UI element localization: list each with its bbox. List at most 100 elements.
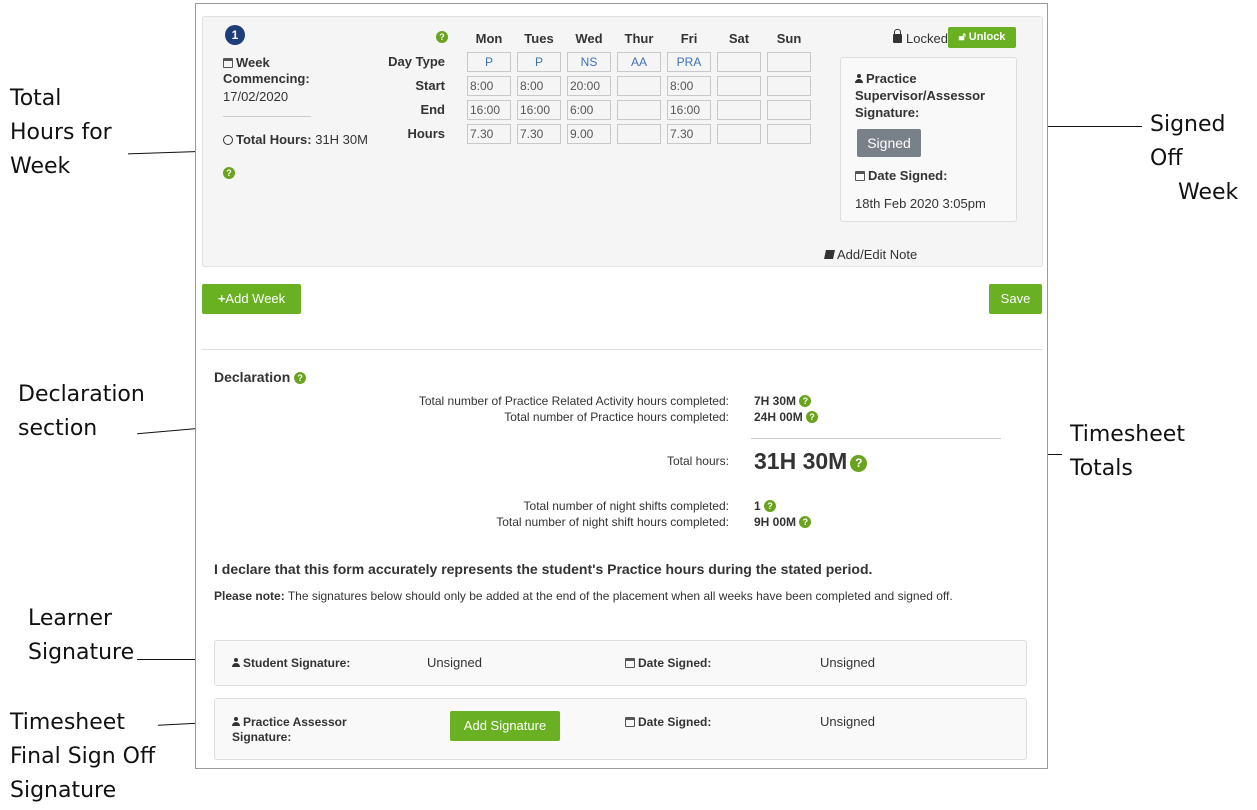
help-icon[interactable]: ? (223, 167, 235, 179)
divider (223, 116, 311, 117)
hours-cell[interactable] (617, 124, 661, 144)
assessor-date-label-text: Date Signed: (638, 715, 712, 729)
start-time-cell[interactable] (767, 76, 811, 96)
total-hours-label: Total hours: (666, 454, 729, 468)
divider (751, 438, 1001, 439)
night-hours-label: Total number of night shift hours comple… (496, 515, 729, 529)
start-time-cell[interactable]: 8:00 (517, 76, 561, 96)
week-total-hours: Total Hours: 31H 30M (223, 131, 373, 148)
annotation-line: Final Sign Off (10, 744, 156, 769)
start-time-cell[interactable]: 20:00 (567, 76, 611, 96)
help-icon[interactable]: ? (806, 411, 819, 423)
hours-cell[interactable]: 7.30 (467, 124, 511, 144)
day-type-cell[interactable] (767, 52, 811, 72)
week-commencing-date: 17/02/2020 (223, 89, 289, 104)
help-icon[interactable]: ? (799, 516, 812, 528)
lock-icon (893, 29, 902, 43)
calendar-icon (625, 658, 635, 668)
day-header-sat: Sat (728, 31, 750, 46)
annotation-line: Signed Off (1150, 112, 1226, 171)
day-type-cell[interactable]: NS (567, 52, 611, 72)
help-icon[interactable]: ? (436, 31, 448, 43)
assessor-signature-label: Practice Assessor Signature: (232, 715, 402, 745)
end-time-cell[interactable] (617, 100, 661, 120)
book-icon (824, 250, 835, 259)
end-time-cell[interactable] (717, 100, 761, 120)
assessor-date-value: Unsigned (820, 714, 875, 729)
clock-icon (223, 135, 233, 145)
student-signature-label-text: Student Signature: (243, 656, 351, 670)
pra-hours-value: 7H 30M ? (754, 394, 812, 408)
declaration-statement: I declare that this form accurately repr… (214, 561, 873, 577)
signoff-date-label-text: Date Signed: (868, 168, 948, 183)
practice-hours-text: 24H 00M (754, 410, 803, 424)
signoff-date-value: 18th Feb 2020 3:05pm (855, 196, 986, 211)
hours-cell[interactable]: 7.30 (517, 124, 561, 144)
pra-hours-text: 7H 30M (754, 394, 797, 408)
save-button[interactable]: Save (989, 284, 1042, 314)
student-signature-row: Student Signature: Unsigned Date Signed:… (214, 640, 1027, 686)
add-signature-button[interactable]: Add Signature (450, 711, 560, 741)
start-time-cell[interactable] (617, 76, 661, 96)
annotation-signed-off: Signed Off Week (1150, 108, 1257, 210)
hours-cell[interactable] (717, 124, 761, 144)
student-date-label: Date Signed: (625, 656, 711, 671)
day-type-cell[interactable] (717, 52, 761, 72)
declaration-title-text: Declaration (214, 369, 291, 385)
annotation-line: Learner (28, 606, 113, 631)
note-bold: Please note: (214, 589, 285, 603)
annotation-declaration: Declaration section (18, 378, 145, 446)
start-time-cell[interactable] (717, 76, 761, 96)
start-time-cell[interactable]: 8:00 (467, 76, 511, 96)
person-icon (232, 717, 240, 726)
end-time-cell[interactable]: 6:00 (567, 100, 611, 120)
day-type-cell[interactable]: PRA (667, 52, 711, 72)
signoff-title: Practice Supervisor/Assessor Signature: (855, 70, 1015, 121)
help-icon[interactable]: ? (799, 395, 812, 407)
practice-hours-label: Total number of Practice hours completed… (504, 410, 729, 424)
help-icon[interactable]: ? (294, 372, 307, 384)
signed-button[interactable]: Signed (857, 129, 921, 157)
hours-cell[interactable] (767, 124, 811, 144)
annotation-timesheet-final: Timesheet Final Sign Off Signature (10, 706, 155, 808)
note-text: The signatures below should only be adde… (284, 589, 953, 603)
day-header-mon: Mon (475, 31, 503, 46)
assessor-date-label: Date Signed: (625, 715, 711, 730)
end-time-cell[interactable]: 16:00 (667, 100, 711, 120)
annotation-line: Hours for (10, 120, 112, 145)
day-header-tues: Tues (524, 31, 554, 46)
start-time-cell[interactable]: 8:00 (667, 76, 711, 96)
end-time-cell[interactable] (767, 100, 811, 120)
row-label-day-type: Day Type (388, 54, 445, 69)
practice-hours-value: 24H 00M ? (754, 410, 819, 424)
timesheet-frame: 1 Week Commencing: 17/02/2020 Total Hour… (195, 3, 1048, 769)
add-edit-note-label: Add/Edit Note (837, 247, 918, 262)
help-icon[interactable]: ? (764, 500, 777, 512)
week-number-badge: 1 (225, 25, 245, 45)
add-edit-note-link[interactable]: Add/Edit Note (824, 247, 918, 262)
week-commencing-text: Week Commencing: (223, 55, 310, 86)
day-type-cell[interactable]: P (517, 52, 561, 72)
calendar-icon (625, 717, 635, 727)
week-commencing-label: Week Commencing: (223, 55, 353, 87)
locked-label: Locked (906, 31, 948, 46)
student-date-label-text: Date Signed: (638, 656, 712, 670)
day-header-sun: Sun (776, 31, 802, 46)
pra-hours-label: Total number of Practice Related Activit… (418, 394, 729, 408)
add-week-button[interactable]: +Add Week (202, 284, 301, 314)
annotation-line: Week (1178, 180, 1239, 205)
end-time-cell[interactable]: 16:00 (517, 100, 561, 120)
night-shifts-label: Total number of night shifts completed: (523, 499, 729, 513)
night-hours-value: 9H 00M ? (754, 515, 812, 529)
unlock-button[interactable]: 🔓︎ Unlock (948, 27, 1016, 48)
hours-cell[interactable]: 9.00 (567, 124, 611, 144)
night-shifts-text: 1 (754, 499, 761, 513)
hours-cell[interactable]: 7.30 (667, 124, 711, 144)
help-icon[interactable]: ? (850, 455, 868, 472)
day-header-fri: Fri (680, 31, 698, 46)
day-type-cell[interactable]: P (467, 52, 511, 72)
end-time-cell[interactable]: 16:00 (467, 100, 511, 120)
annotation-line: Declaration (18, 382, 145, 407)
assessor-signature-label-text: Practice Assessor Signature: (232, 715, 347, 744)
day-type-cell[interactable]: AA (617, 52, 661, 72)
